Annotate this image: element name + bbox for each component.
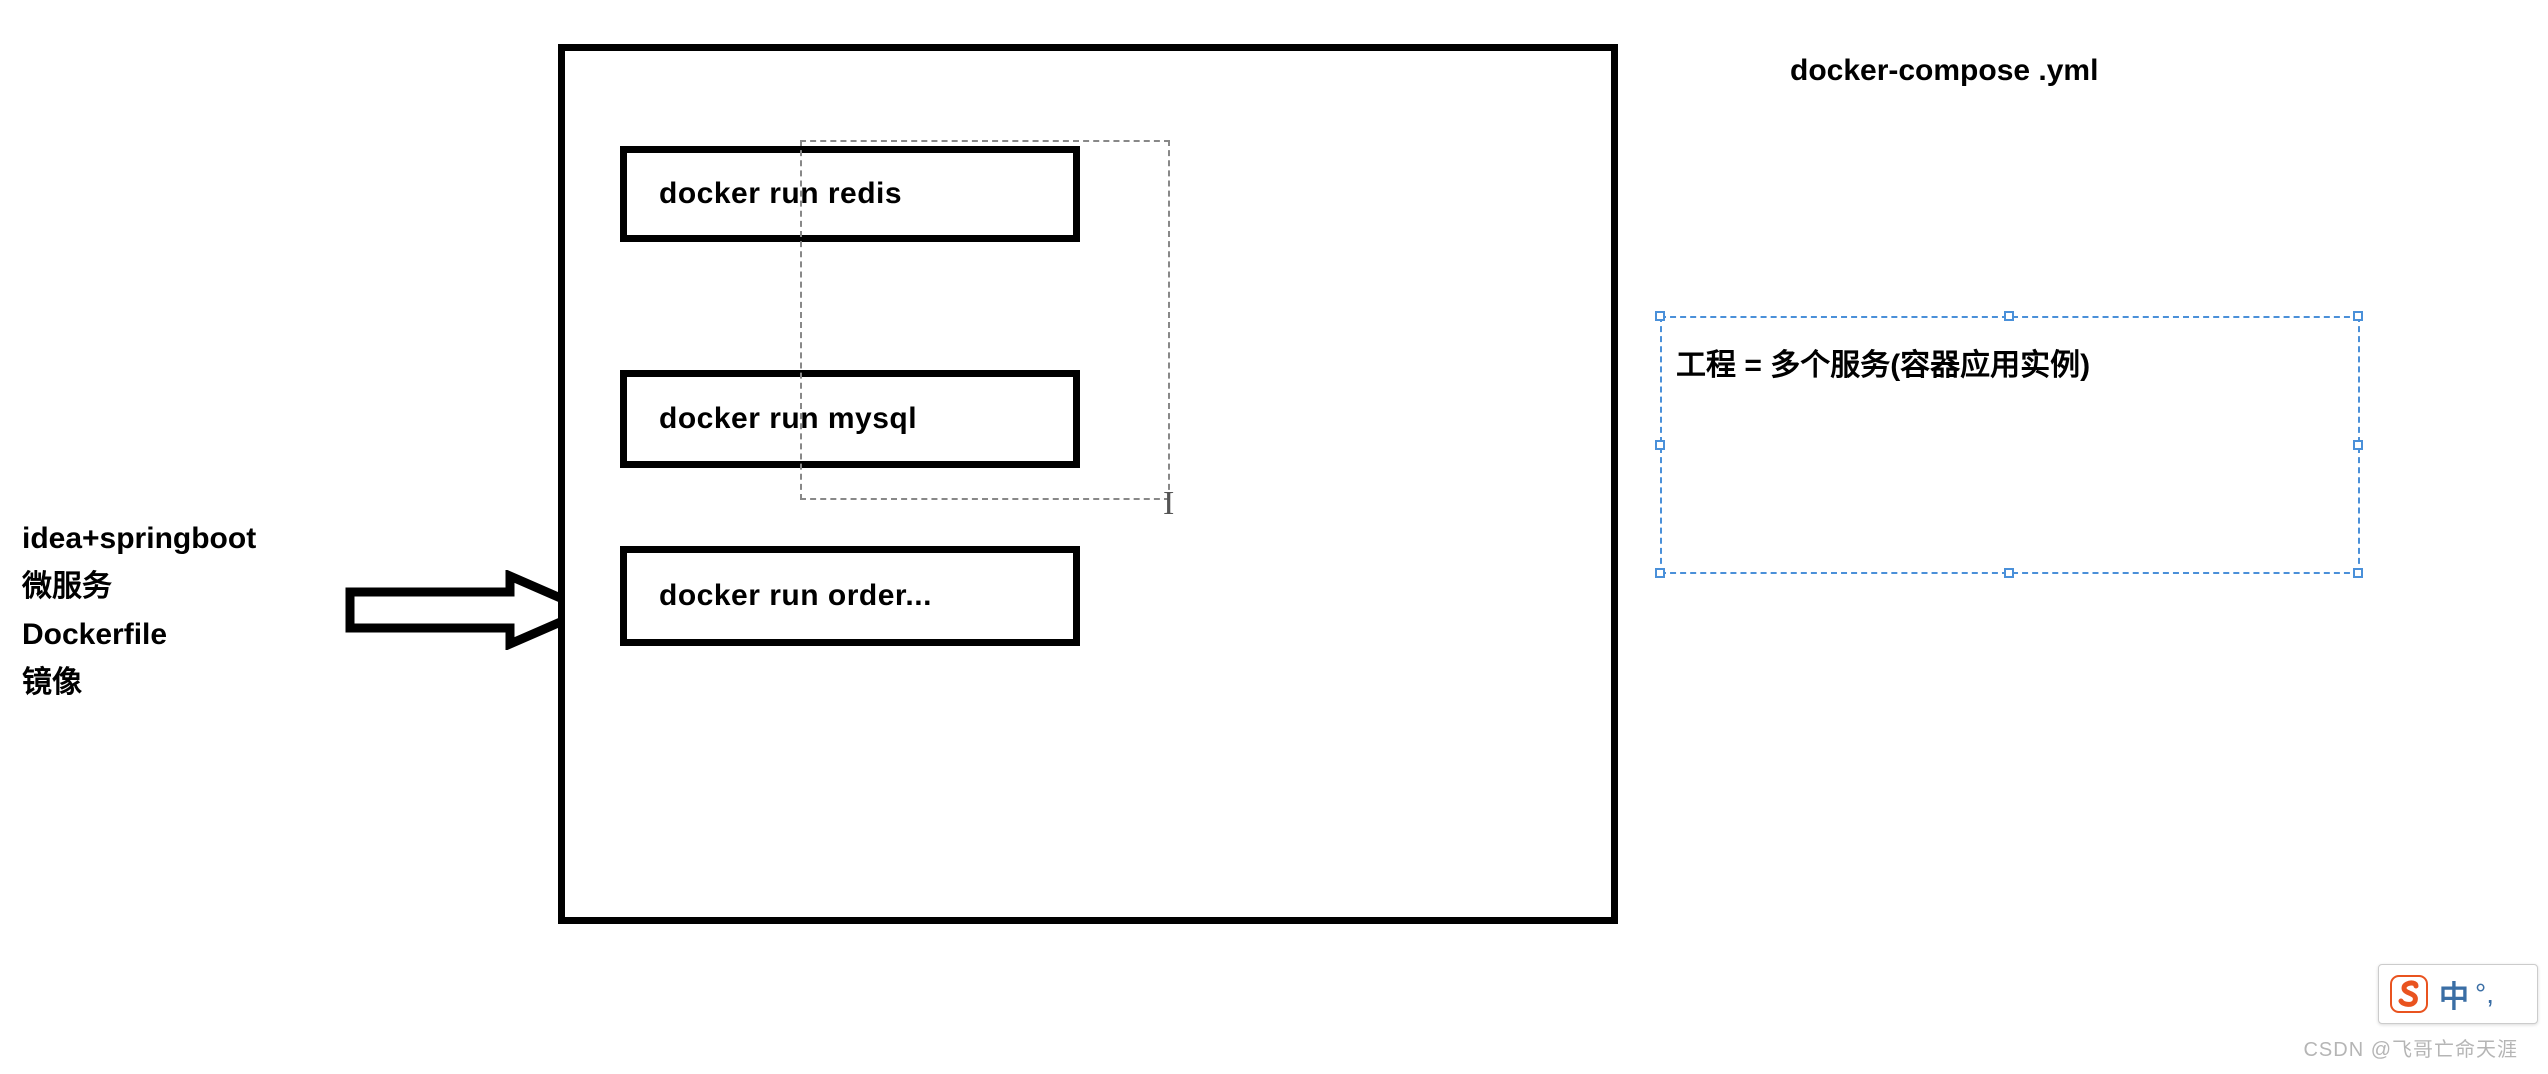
label-idea-springboot: idea+springboot xyxy=(22,515,256,563)
cmd-text-mysql: docker run mysql xyxy=(659,402,917,436)
text-cursor-icon: I xyxy=(1163,485,1174,523)
resize-handle-w[interactable] xyxy=(1655,440,1665,450)
cmd-text-order: docker run order... xyxy=(659,579,932,613)
resize-handle-e[interactable] xyxy=(2353,440,2363,450)
label-microservice: 微服务 xyxy=(22,563,256,611)
resize-handle-nw[interactable] xyxy=(1655,311,1665,321)
label-image: 镜像 xyxy=(22,659,256,707)
resize-handle-n[interactable] xyxy=(2004,311,2014,321)
resize-handle-ne[interactable] xyxy=(2353,311,2363,321)
label-dockerfile: Dockerfile xyxy=(22,611,256,659)
cmd-text-redis: docker run redis xyxy=(659,177,902,211)
ime-toolbar[interactable]: 中 °, xyxy=(2378,964,2538,1024)
source-label-block: idea+springboot 微服务 Dockerfile 镜像 xyxy=(22,515,256,707)
resize-handle-sw[interactable] xyxy=(1655,568,1665,578)
resize-handle-se[interactable] xyxy=(2353,568,2363,578)
cmd-box-redis: docker run redis xyxy=(620,146,1080,242)
ime-lang-label[interactable]: 中 xyxy=(2439,972,2469,1016)
resize-handle-s[interactable] xyxy=(2004,568,2014,578)
cmd-box-mysql: docker run mysql xyxy=(620,370,1080,468)
watermark-text: CSDN @飞哥亡命天涯 xyxy=(2303,1033,2518,1062)
sogou-logo-icon[interactable] xyxy=(2387,972,2431,1016)
compose-yml-label: docker-compose .yml xyxy=(1790,54,2098,88)
ime-punct-label[interactable]: °, xyxy=(2475,978,2494,1010)
project-services-text[interactable]: 工程 = 多个服务(容器应用实例) xyxy=(1676,340,2090,384)
cmd-box-order: docker run order... xyxy=(620,546,1080,646)
